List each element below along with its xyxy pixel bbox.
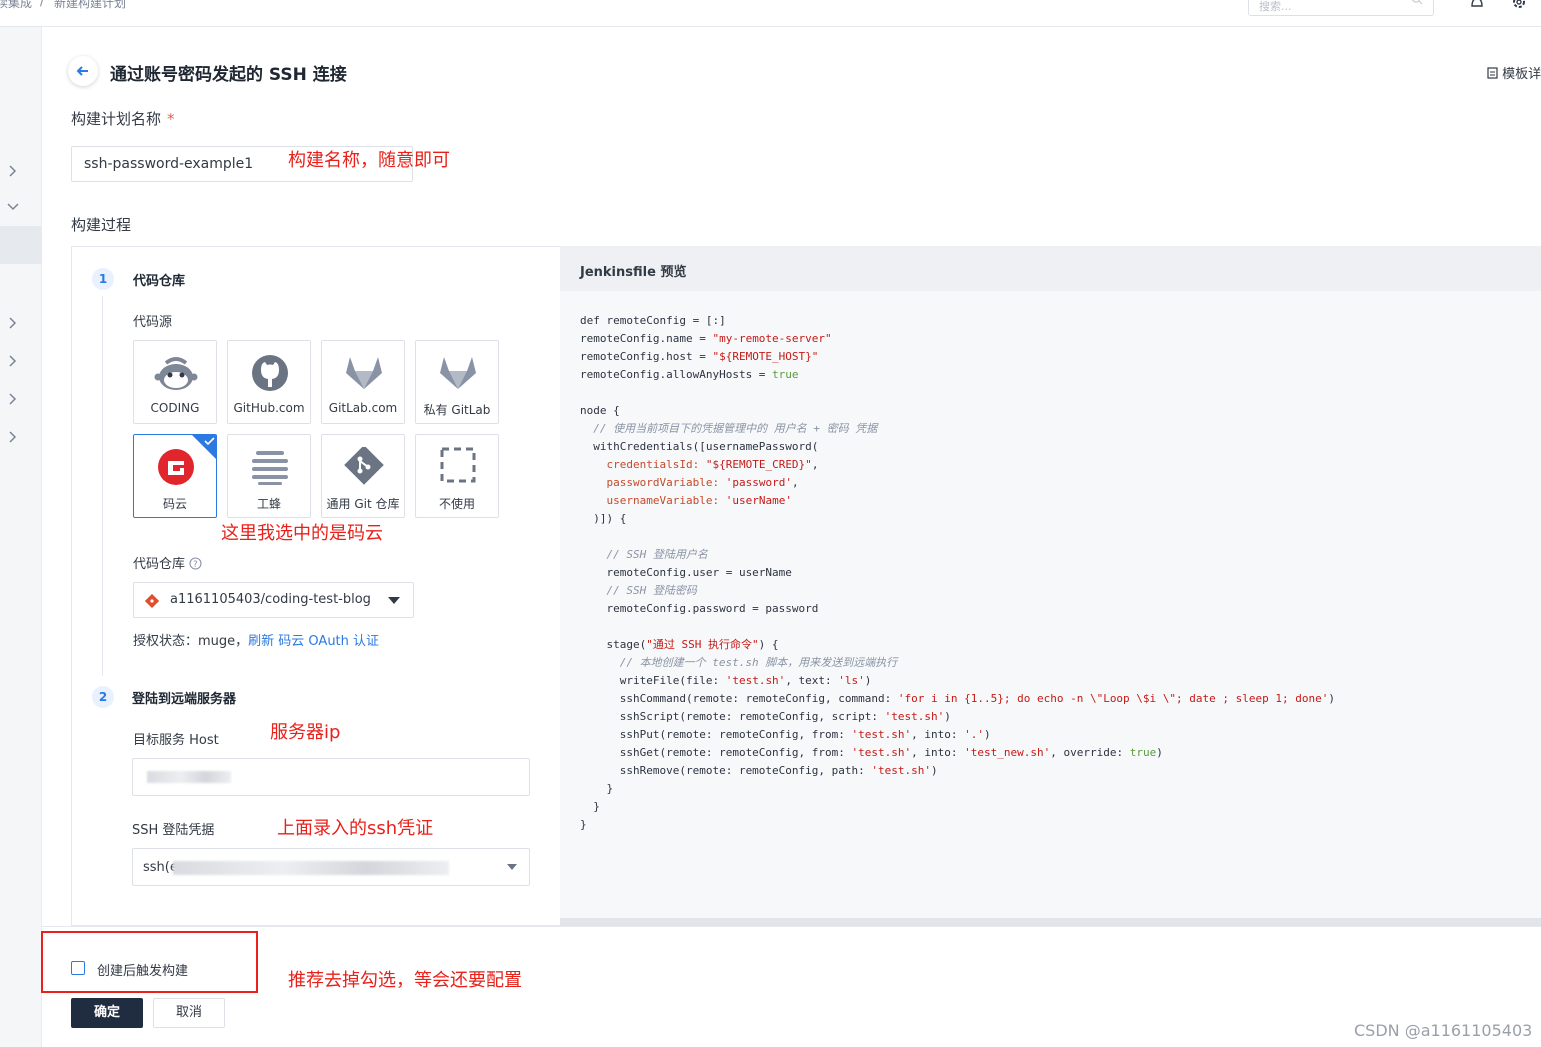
source-label: 私有 GitLab [423,403,491,417]
bell-icon[interactable] [1469,0,1485,10]
template-detail-label: 模板详 [1502,67,1541,82]
svg-text:?: ? [193,560,198,570]
required-mark: * [167,110,175,128]
gitlab-icon [346,357,382,389]
gongfeng-icon [252,451,288,485]
watermark: CSDN @a1161105403 [1354,1021,1533,1040]
git-icon [344,447,384,485]
horizontal-scrollbar[interactable] [560,918,1541,926]
repo-label: 代码仓库 ? [133,553,202,572]
cancel-button[interactable]: 取消 [153,998,225,1028]
caret-down-icon [388,597,400,604]
source-card-none[interactable]: 不使用 [415,434,499,518]
trigger-build-label[interactable]: 创建后触发构建 [97,960,188,979]
trigger-annotation: 推荐去掉勾选，等会还要配置 [288,970,522,991]
host-label: 目标服务 Host [133,733,219,748]
coding-monkey-icon [154,357,198,390]
gitlab-icon [440,357,476,389]
redacted-credential-blur [173,861,449,875]
page-title: 通过账号密码发起的 SSH 连接 [110,65,347,85]
source-label: CODING [150,401,200,415]
source-card-coding[interactable]: CODING [133,340,217,424]
source-label: GitLab.com [328,401,398,415]
repo-label-text: 代码仓库 [133,557,186,572]
search-icon [1411,0,1423,5]
plan-name-label: 构建计划名称 * [71,108,175,129]
source-card-gitlab[interactable]: GitLab.com [321,340,405,424]
footer-divider [41,926,1541,927]
source-card-gitee[interactable]: 码云 [133,434,217,518]
step-connector [102,296,103,676]
plan-name-annotation: 构建名称，随意即可 [288,150,450,171]
plan-name-label-text: 构建计划名称 [71,110,162,128]
sidebar-active-item[interactable] [0,226,41,264]
confirm-button[interactable]: 确定 [71,998,143,1028]
top-bar: 续集成 / 新建构建计划 搜索... [0,0,1541,27]
chevron-right-icon[interactable] [6,430,20,444]
plan-name-value: ssh-password-example1 [84,156,254,172]
gitee-annotation: 这里我选中的是码云 [221,523,383,544]
host-input[interactable] [132,758,530,796]
host-annotation: 服务器ip [270,722,341,743]
source-card-gongfeng[interactable]: 工蜂 [227,434,311,518]
redacted-host-blur [147,771,231,783]
chevron-down-icon[interactable] [6,200,20,214]
help-circle-icon[interactable]: ? [189,557,202,570]
repo-value: a1161105403/coding-test-blog [170,592,371,607]
jenkinsfile-header [560,246,1541,291]
auth-status-text: 授权状态：muge， [133,634,249,649]
source-label: 不使用 [438,497,475,511]
sidebar [0,27,42,1047]
breadcrumb-separator: / [40,0,45,8]
breadcrumb-parent[interactable]: 续集成 [0,0,32,11]
ssh-credential-annotation: 上面录入的ssh凭证 [277,818,434,839]
source-label: 码云 [162,497,187,511]
ssh-credential-label: SSH 登陆凭据 [132,823,215,838]
step-number: 2 [92,686,114,708]
refresh-oauth-link[interactable]: 刷新 码云 OAuth 认证 [248,634,379,649]
source-label: 工蜂 [256,497,281,511]
caret-down-icon [507,864,517,870]
auth-status: 授权状态：muge，刷新 码云 OAuth 认证 [133,630,379,649]
trigger-build-checkbox[interactable] [71,961,85,975]
template-detail-link[interactable]: 模板详 [1487,63,1541,82]
document-icon [1487,67,1498,79]
source-card-private-gitlab[interactable]: 私有 GitLab [415,340,499,424]
build-process-label: 构建过程 [71,216,132,234]
search-placeholder: 搜索... [1259,0,1292,13]
repo-select[interactable]: a1161105403/coding-test-blog [133,582,414,618]
chevron-right-icon[interactable] [6,392,20,406]
source-card-generic-git[interactable]: 通用 Git 仓库 [321,434,405,518]
jenkinsfile-title: Jenkinsfile 预览 [580,265,687,280]
chevron-right-icon[interactable] [6,354,20,368]
code-source-label: 代码源 [133,315,173,330]
git-diamond-icon [145,594,159,608]
back-button[interactable] [68,56,98,86]
check-icon [204,437,215,446]
source-label: GitHub.com [233,401,305,415]
step-title: 代码仓库 [133,274,186,289]
source-card-github[interactable]: GitHub.com [227,340,311,424]
source-label: 通用 Git 仓库 [326,497,400,511]
github-icon [252,355,288,391]
chevron-right-icon[interactable] [6,164,20,178]
ssh-credential-select[interactable]: ssh(e [132,848,530,886]
breadcrumb-current: 新建构建计划 [54,0,127,10]
search-input[interactable]: 搜索... [1248,0,1434,16]
jenkinsfile-code: def remoteConfig = [:] remoteConfig.name… [580,314,1335,831]
none-dashed-icon [440,447,476,483]
chevron-right-icon[interactable] [6,316,20,330]
arrow-left-icon [76,66,88,76]
step-title: 登陆到远端服务器 [132,692,237,707]
gear-icon[interactable] [1511,0,1527,10]
step-number: 1 [92,268,114,290]
